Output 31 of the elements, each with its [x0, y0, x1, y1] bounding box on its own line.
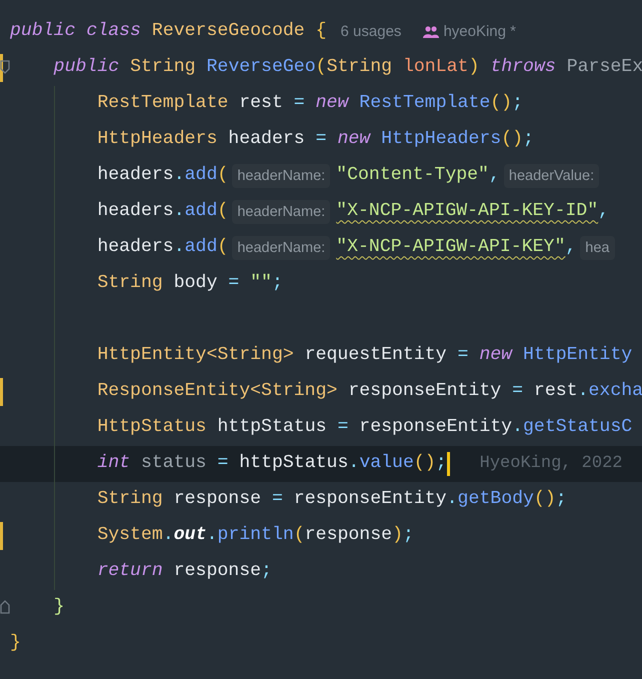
code-text: headers.add( [97, 236, 228, 260]
code-text: System.out.println(response); [97, 524, 414, 548]
code-text: "X-NCP-APIGW-API-KEY-ID", [336, 200, 610, 224]
author-link[interactable]: hyeoKing * [443, 20, 516, 44]
people-icon [423, 26, 440, 38]
fold-icon[interactable] [0, 600, 10, 614]
code-text: String response = responseEntity.getBody(); [97, 488, 567, 512]
parameter-hint: headerName: [232, 200, 330, 224]
code-text: public class ReverseGeocode { [10, 20, 327, 44]
code-text: public String ReverseGeo(String lonLat) throws ParseEx [54, 56, 642, 80]
parameter-hint: headerName: [232, 236, 330, 260]
code-text: RestTemplate rest = new RestTemplate(); [97, 92, 524, 116]
usages-link[interactable]: 6 usages [340, 20, 402, 44]
code-text: return response; [97, 560, 272, 584]
parameter-hint: hea [580, 236, 614, 260]
code-text: headers.add( [97, 200, 228, 224]
code-text: HttpHeaders headers = new HttpHeaders(); [97, 128, 534, 152]
code-text: "Content-Type", [336, 164, 500, 188]
code-text: } [54, 596, 65, 620]
code-text: int status = httpStatus.value(); [97, 452, 447, 476]
code-text: String body = ""; [97, 272, 283, 296]
code-text: } [10, 632, 21, 656]
blame-annotation: HyeoKing, 2022 [480, 453, 622, 476]
code-text: headers.add( [97, 164, 228, 188]
text-cursor [446, 452, 450, 476]
parameter-hint: headerValue: [504, 164, 600, 188]
code-text: HttpEntity<String> requestEntity = new HttpEntity [97, 344, 632, 368]
fold-icon[interactable] [0, 60, 10, 74]
code-text: "X-NCP-APIGW-API-KEY", [336, 236, 576, 260]
code-text: HttpStatus httpStatus = responseEntity.getStatusC [97, 416, 632, 440]
parameter-hint: headerName: [232, 164, 330, 188]
